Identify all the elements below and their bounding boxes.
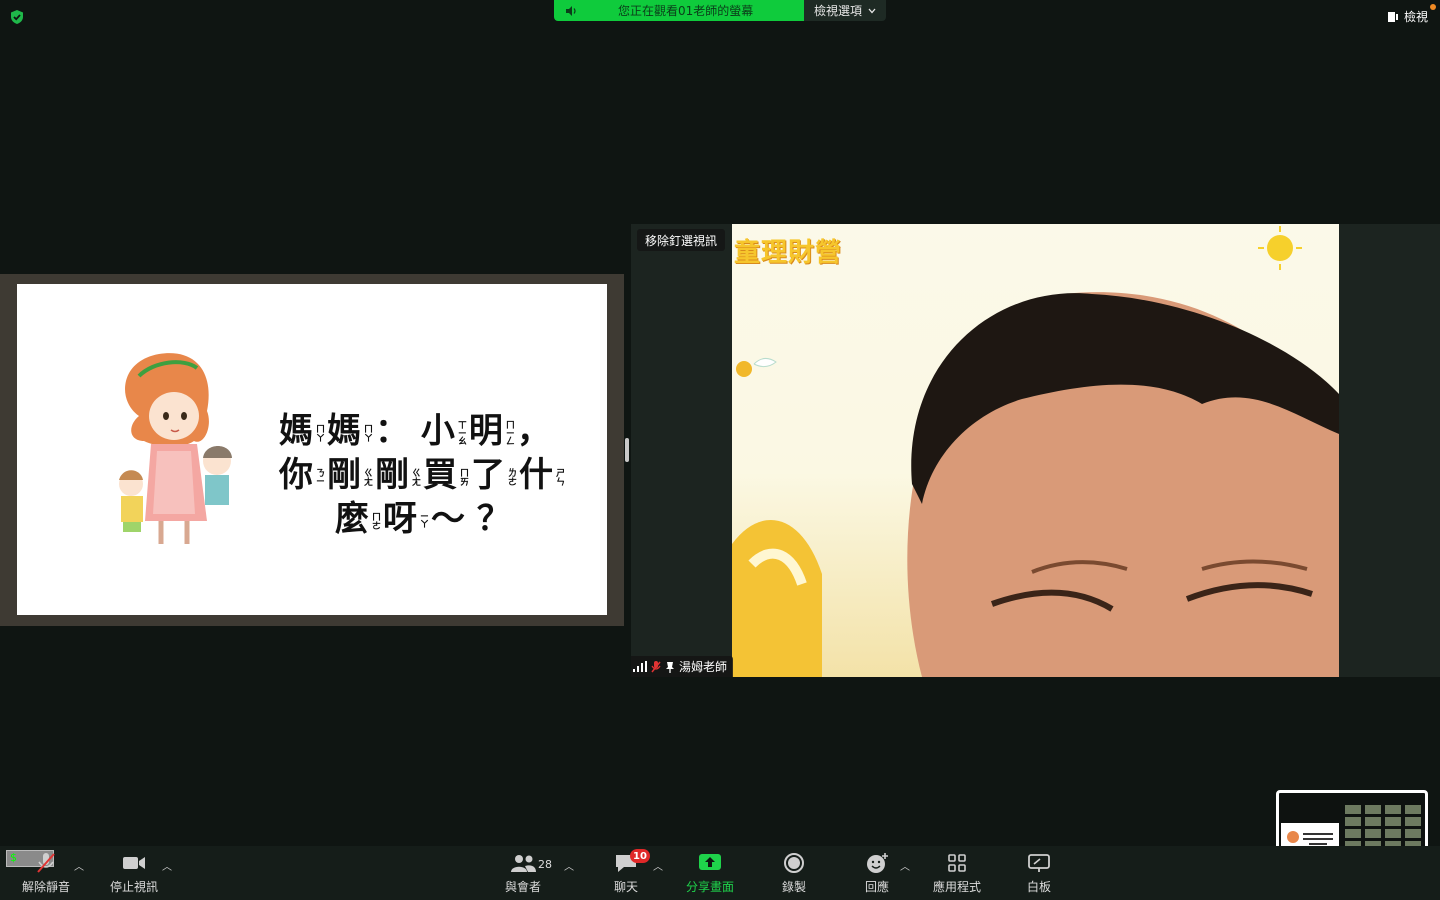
background-title: 童理財營 — [734, 238, 843, 268]
participant-video-feed: 童理財營 — [732, 224, 1339, 677]
mother-children-illustration — [119, 353, 232, 544]
splitter-handle[interactable] — [625, 438, 629, 462]
share-screen-label: 分享畫面 — [685, 880, 734, 894]
emoji-plus-icon — [867, 853, 888, 873]
chat-label: 聊天 — [613, 880, 638, 894]
slide-line-2: 你ㄋㄧ剛ㄍㄤ剛ㄍㄤ買ㄇㄞ了ㄌㄜ什ㄕㄣ — [279, 455, 564, 495]
apps-button[interactable]: 應用程式 — [917, 852, 997, 895]
video-camera-icon — [123, 857, 145, 869]
notification-dot — [1430, 4, 1436, 10]
view-button[interactable]: 檢視 — [1387, 8, 1428, 25]
pinned-video-tile[interactable]: 童理財營 移除釘選視訊 湯姆老師 — [631, 224, 1440, 677]
whiteboard-icon — [1028, 854, 1050, 872]
chevron-down-icon — [868, 8, 876, 13]
apps-icon — [948, 854, 966, 872]
participants-icon — [511, 855, 536, 872]
view-label: 檢視 — [1403, 10, 1428, 24]
speaker-icon[interactable] — [564, 4, 578, 18]
view-layout-icon — [1387, 11, 1398, 22]
participants-label: 與會者 — [504, 880, 541, 894]
share-screen-icon — [699, 854, 721, 870]
security-shield-icon[interactable] — [9, 9, 25, 25]
screen-share-banner: 您正在觀看01老師的螢幕 — [554, 0, 804, 21]
reactions-options-caret[interactable]: ︿ — [900, 858, 910, 873]
chat-unread-badge: 10 — [630, 849, 650, 863]
share-banner-text: 您正在觀看01老師的螢幕 — [618, 4, 754, 18]
whiteboard-label: 白板 — [1026, 880, 1051, 894]
audio-options-caret[interactable]: ︿ — [74, 858, 84, 873]
record-button[interactable]: 錄製 — [754, 852, 834, 895]
view-options-label: 檢視選項 — [813, 4, 862, 18]
presentation-slide: 媽ㄇㄚ媽ㄇㄚ： 小ㄒㄧㄠ明ㄇㄧㄥ， 你ㄋㄧ剛ㄍㄤ剛ㄍㄤ買ㄇㄞ了ㄌㄜ什ㄕㄣ 麼ㄇㄜ… — [17, 284, 607, 615]
participants-count: 28 — [538, 858, 552, 871]
apps-label: 應用程式 — [932, 880, 981, 894]
unpin-video-button[interactable]: 移除釘選視訊 — [637, 229, 726, 251]
participant-name: 湯姆老師 — [679, 660, 728, 674]
slide-line-1: 媽ㄇㄚ媽ㄇㄚ： 小ㄒㄧㄠ明ㄇㄧㄥ， — [279, 411, 551, 451]
signal-strength-icon — [633, 661, 647, 672]
slide-dialogue-text: 媽ㄇㄚ媽ㄇㄚ： 小ㄒㄧㄠ明ㄇㄧㄥ， 你ㄋㄧ剛ㄍㄤ剛ㄍㄤ買ㄇㄞ了ㄌㄜ什ㄕㄣ 麼ㄇㄜ… — [279, 409, 619, 541]
shared-screen[interactable]: 媽ㄇㄚ媽ㄇㄚ： 小ㄒㄧㄠ明ㄇㄧㄥ， 你ㄋㄧ剛ㄍㄤ剛ㄍㄤ買ㄇㄞ了ㄌㄜ什ㄕㄣ 麼ㄇㄜ… — [0, 274, 624, 626]
record-icon — [784, 853, 804, 873]
video-options-caret[interactable]: ︿ — [162, 858, 172, 873]
muted-mic-icon — [651, 660, 661, 672]
pin-icon — [666, 661, 674, 673]
view-options-dropdown[interactable]: 檢視選項 — [804, 0, 886, 21]
chat-options-caret[interactable]: ︿ — [653, 858, 663, 873]
participants-options-caret[interactable]: ︿ — [564, 858, 574, 873]
reactions-label: 回應 — [864, 880, 889, 894]
stop-video-label: 停止視訊 — [109, 880, 158, 894]
slide-line-3: 麼ㄇㄜ呀ㄧㄚ～ ？ — [335, 499, 511, 539]
record-label: 錄製 — [781, 880, 806, 894]
whiteboard-button[interactable]: 白板 — [999, 852, 1079, 895]
virtual-background — [732, 226, 1339, 677]
participant-name-label: 湯姆老師 — [631, 656, 734, 677]
muted-mic-icon — [37, 853, 55, 873]
unmute-label: 解除靜音 — [21, 880, 70, 894]
meeting-toolbar: $ 解除靜音 ︿ 停止視訊 ︿ 與會者 28 ︿ 聊天 10 ︿ 分享畫面 錄製… — [0, 846, 1440, 900]
share-screen-button[interactable]: 分享畫面 — [670, 852, 750, 895]
